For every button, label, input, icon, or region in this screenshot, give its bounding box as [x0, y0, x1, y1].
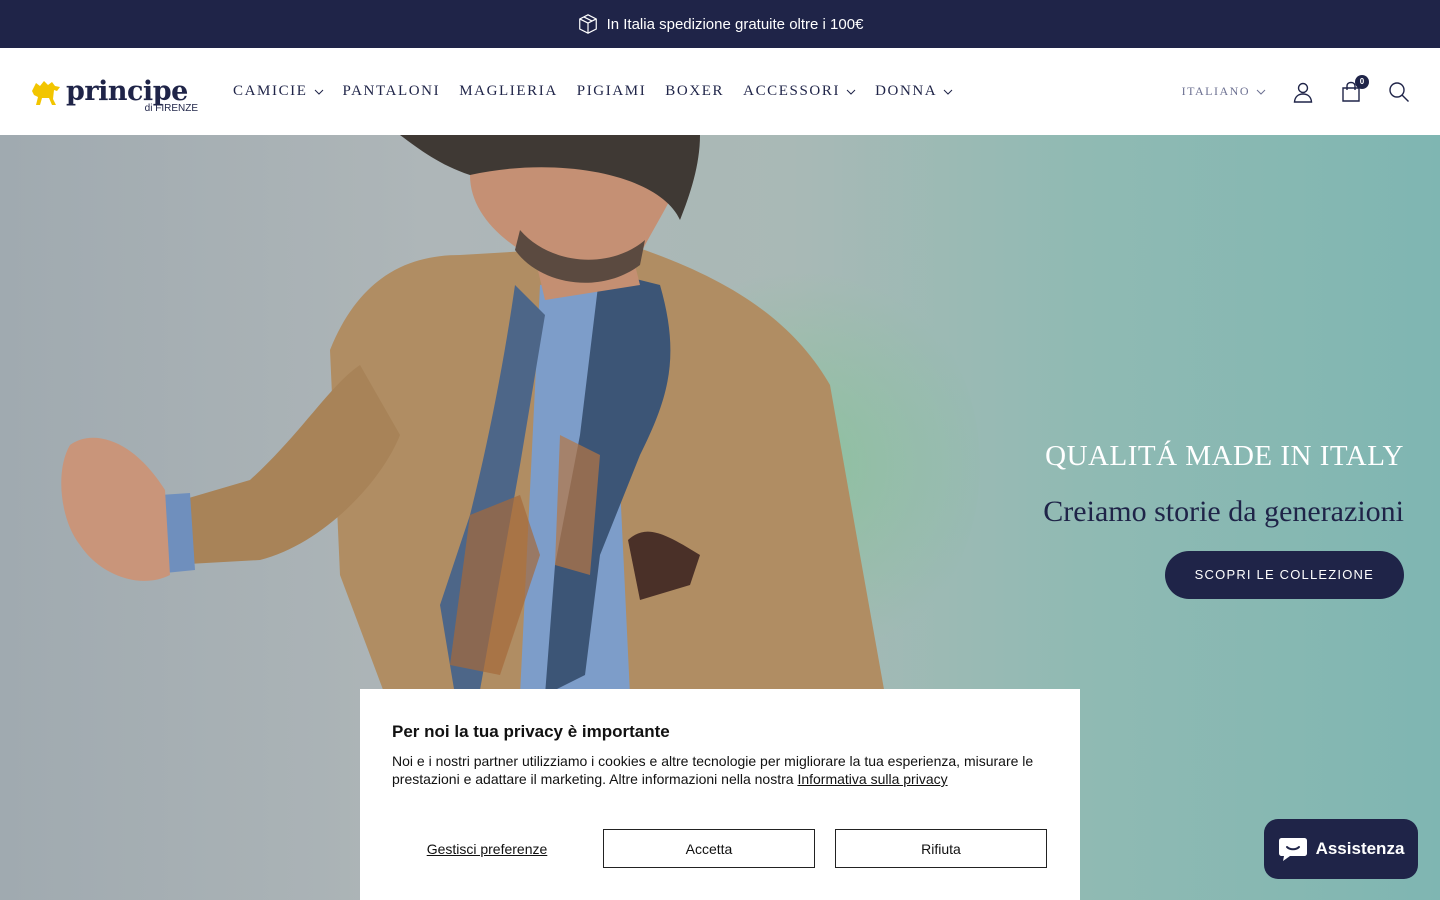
nav-item-donna[interactable]: DONNA — [875, 83, 953, 100]
cookie-title: Per noi la tua privacy è importante — [392, 722, 670, 741]
nav-label: MAGLIERIA — [459, 83, 558, 99]
cookie-description: Noi e i nostri partner utilizziamo i coo… — [392, 752, 1048, 788]
announcement-bar: In Italia spedizione gratuite oltre i 10… — [0, 0, 1440, 48]
cookie-banner: Per noi la tua privacy è importante Noi … — [360, 689, 1080, 900]
nav-label: ACCESSORI — [743, 83, 841, 99]
nav-label: BOXER — [665, 83, 725, 99]
language-selector[interactable]: ITALIANO — [1182, 84, 1266, 99]
chat-label: Assistenza — [1315, 839, 1405, 858]
chat-bubble-icon — [1278, 838, 1307, 861]
language-label: ITALIANO — [1181, 84, 1250, 98]
discover-collection-button[interactable]: SCOPRI LE COLLEZIONE — [1164, 551, 1404, 599]
main-nav: CAMICIE PANTALONI MAGLIERIA PIGIAMI BOXE… — [233, 83, 953, 100]
box-icon — [577, 13, 599, 35]
announcement-text: In Italia spedizione gratuite oltre i 10… — [606, 15, 864, 33]
cart-icon[interactable]: 0 — [1340, 74, 1369, 103]
header-actions: ITALIANO 0 — [1182, 74, 1410, 103]
chevron-down-icon — [314, 89, 323, 95]
nav-item-maglieria[interactable]: MAGLIERIA — [459, 83, 558, 100]
search-icon[interactable] — [1388, 81, 1410, 103]
nav-label: DONNA — [875, 83, 938, 99]
privacy-policy-link[interactable]: Informativa sulla privacy — [797, 771, 947, 787]
site-header: principe di FIRENZE CAMICIE PANTALONI MA… — [0, 48, 1440, 135]
nav-item-boxer[interactable]: BOXER — [665, 83, 724, 100]
reject-cookies-button[interactable]: Rifiuta — [835, 829, 1047, 868]
logo-wordmark: principe — [66, 76, 188, 107]
hero-title: Creiamo storie da generazioni — [1043, 495, 1404, 528]
logo[interactable]: principe di FIRENZE — [30, 70, 198, 114]
nav-label: PANTALONI — [342, 83, 441, 99]
hero-text-block: QUALITÁ MADE IN ITALY Creiamo storie da … — [1043, 440, 1404, 599]
hero-kicker: QUALITÁ MADE IN ITALY — [1045, 440, 1404, 472]
chevron-down-icon — [1256, 89, 1266, 95]
accept-cookies-button[interactable]: Accetta — [603, 829, 815, 868]
cookie-actions: Gestisci preferenze Accetta Rifiuta — [392, 829, 1048, 868]
support-chat-button[interactable]: Assistenza — [1264, 819, 1418, 879]
nav-item-pigiami[interactable]: PIGIAMI — [577, 83, 647, 100]
nav-item-pantaloni[interactable]: PANTALONI — [343, 83, 441, 100]
nav-label: CAMICIE — [233, 83, 308, 99]
account-icon[interactable] — [1292, 81, 1314, 103]
logo-horse-icon — [32, 80, 60, 105]
cart-count-badge: 0 — [1355, 74, 1369, 89]
nav-item-accessori[interactable]: ACCESSORI — [743, 83, 856, 100]
nav-item-camicie[interactable]: CAMICIE — [233, 83, 324, 100]
manage-preferences-link[interactable]: Gestisci preferenze — [392, 841, 582, 857]
logo-subtitle: di FIRENZE — [144, 102, 198, 114]
chevron-down-icon — [943, 89, 953, 95]
nav-label: PIGIAMI — [576, 83, 647, 99]
chevron-down-icon — [846, 89, 856, 95]
